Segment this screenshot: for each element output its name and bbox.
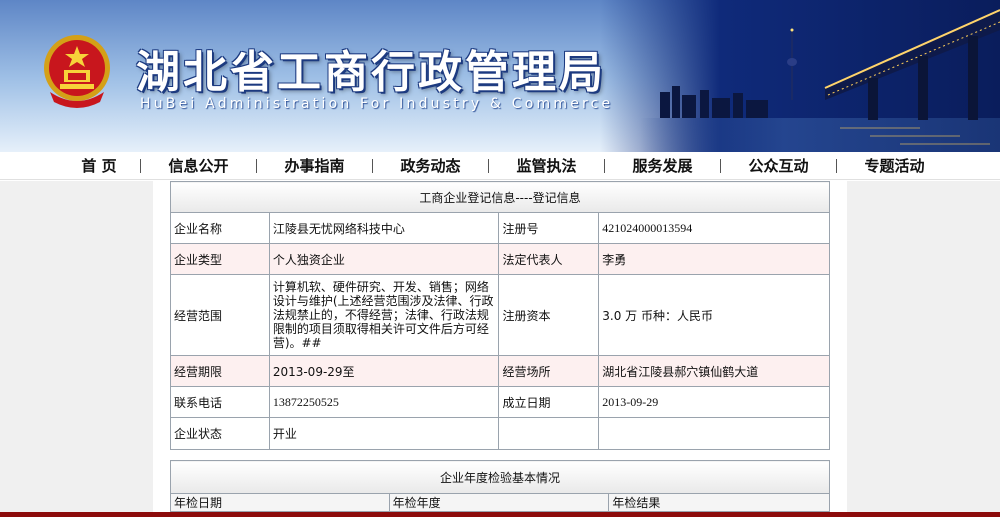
value-registration-number: 421024000013594 xyxy=(598,212,830,244)
label-business-scope: 经营范围 xyxy=(170,274,270,356)
national-emblem-icon xyxy=(44,35,110,108)
column-header-inspection-date: 年检日期 xyxy=(170,493,390,512)
column-header-inspection-result: 年检结果 xyxy=(608,493,830,512)
water-reflections xyxy=(840,127,990,145)
table-row: 经营期限 2013-09-29至 经营场所 湖北省江陵县郝穴镇仙鹤大道 xyxy=(170,355,830,387)
annual-inspection-table: 企业年度检验基本情况 年检日期 年检年度 年检结果 xyxy=(170,460,830,512)
table-row: 经营范围 计算机软、硬件研究、开发、销售；网络设计与维护(上述经营范围涉及法律、… xyxy=(170,274,830,356)
value-business-term: 2013-09-29至 xyxy=(268,355,500,387)
label-company-status: 企业状态 xyxy=(170,417,270,450)
value-legal-representative: 李勇 xyxy=(598,243,830,275)
table-caption-row: 企业年度检验基本情况 xyxy=(170,460,830,494)
site-title-en: HuBei Administration For Industry & Comm… xyxy=(140,96,614,112)
label-company-name: 企业名称 xyxy=(170,212,270,244)
value-phone: 13872250525 xyxy=(268,386,500,418)
value-company-status: 开业 xyxy=(268,417,500,450)
label-registered-capital: 注册资本 xyxy=(498,274,600,356)
value-established-date: 2013-09-29 xyxy=(598,386,830,418)
value-company-name: 江陵县无忧网络科技中心 xyxy=(268,212,500,244)
main-nav: 首 页 信息公开 办事指南 政务动态 监管执法 服务发展 公众互动 专题活动 xyxy=(0,152,1000,180)
empty-label-cell xyxy=(498,417,600,450)
nav-item-government-news[interactable]: 政务动态 xyxy=(373,155,488,176)
table-row: 企业类型 个人独资企业 法定代表人 李勇 xyxy=(170,243,830,275)
empty-value-cell xyxy=(598,417,830,450)
label-legal-representative: 法定代表人 xyxy=(498,243,600,275)
nav-item-info-disclosure[interactable]: 信息公开 xyxy=(141,155,256,176)
label-established-date: 成立日期 xyxy=(498,386,600,418)
table-row: 企业名称 江陵县无忧网络科技中心 注册号 421024000013594 xyxy=(170,212,830,244)
table-caption-row: 工商企业登记信息----登记信息 xyxy=(170,181,830,213)
annual-caption: 企业年度检验基本情况 xyxy=(170,460,830,494)
tv-tower xyxy=(787,28,797,100)
value-company-type: 个人独资企业 xyxy=(268,243,500,275)
nav-item-public-interaction[interactable]: 公众互动 xyxy=(721,155,836,176)
nav-item-service-development[interactable]: 服务发展 xyxy=(605,155,720,176)
nav-item-supervision[interactable]: 监管执法 xyxy=(489,155,604,176)
table-row: 联系电话 13872250525 成立日期 2013-09-29 xyxy=(170,386,830,418)
bottom-rule xyxy=(0,512,1000,517)
label-registration-number: 注册号 xyxy=(498,212,600,244)
table-header-row: 年检日期 年检年度 年检结果 xyxy=(170,493,830,512)
label-company-type: 企业类型 xyxy=(170,243,270,275)
left-margin xyxy=(0,181,153,517)
registration-info-table: 工商企业登记信息----登记信息 企业名称 江陵县无忧网络科技中心 注册号 42… xyxy=(170,181,830,450)
label-business-term: 经营期限 xyxy=(170,355,270,387)
value-registered-capital: 3.0 万 币种：人民币 xyxy=(598,274,830,356)
nav-item-special-events[interactable]: 专题活动 xyxy=(837,155,952,176)
label-business-address: 经营场所 xyxy=(498,355,600,387)
main-content: 工商企业登记信息----登记信息 企业名称 江陵县无忧网络科技中心 注册号 42… xyxy=(153,181,847,512)
label-phone: 联系电话 xyxy=(170,386,270,418)
nav-item-service-guide[interactable]: 办事指南 xyxy=(257,155,372,176)
site-title-cn: 湖北省工商行政管理局 xyxy=(136,47,606,98)
header-banner: 湖北省工商行政管理局 HuBei Administration For Indu… xyxy=(0,0,1000,152)
bridge-skyline-illustration xyxy=(660,9,1000,145)
value-business-address: 湖北省江陵县郝穴镇仙鹤大道 xyxy=(598,355,830,387)
nav-item-home[interactable]: 首 页 xyxy=(58,155,140,176)
table-row: 企业状态 开业 xyxy=(170,417,830,450)
right-margin xyxy=(847,181,1000,517)
value-business-scope: 计算机软、硬件研究、开发、销售；网络设计与维护(上述经营范围涉及法律、行政法规禁… xyxy=(268,274,500,356)
bridge xyxy=(824,9,1000,120)
registration-caption: 工商企业登记信息----登记信息 xyxy=(170,181,830,213)
column-header-inspection-year: 年检年度 xyxy=(388,493,610,512)
city-skyline xyxy=(660,86,768,118)
